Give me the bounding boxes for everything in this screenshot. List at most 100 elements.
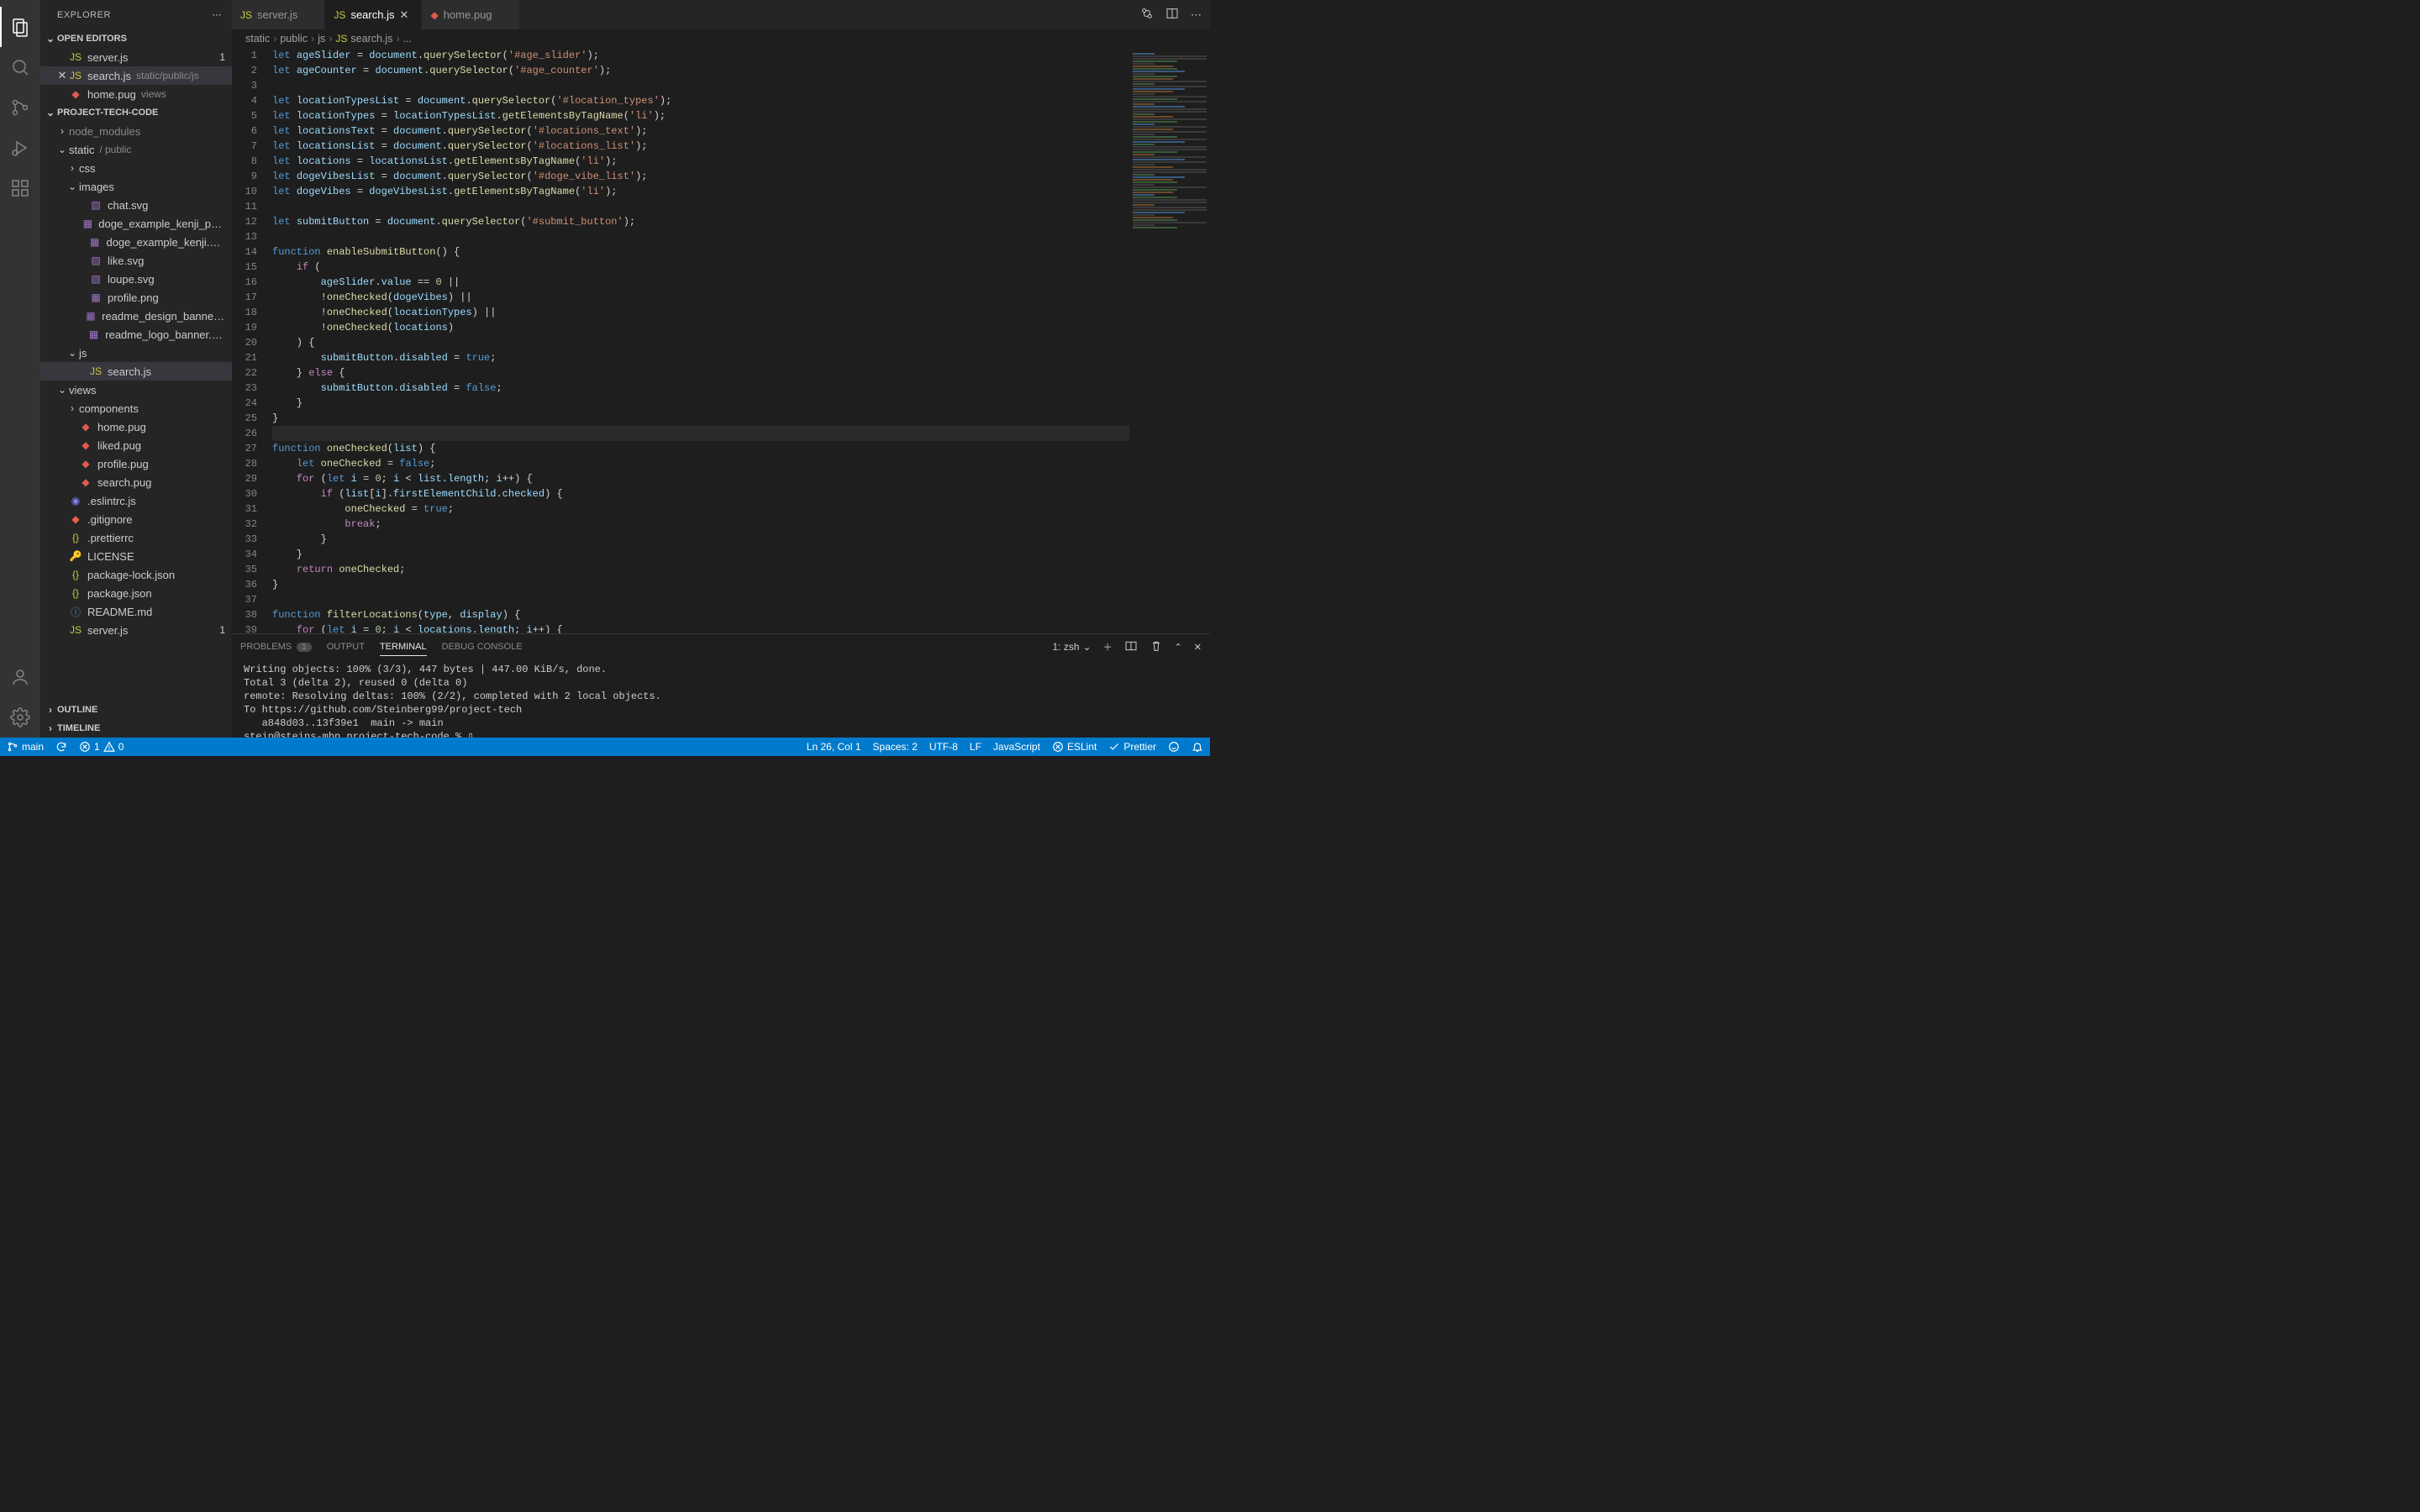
tab-more-icon[interactable]: ⋯	[1191, 8, 1202, 22]
compare-changes-icon[interactable]	[1140, 7, 1154, 23]
terminal-selector[interactable]: 1: zsh ⌄	[1052, 641, 1091, 653]
status-lang[interactable]: JavaScript	[993, 741, 1040, 753]
pug-file-icon: ◆	[79, 458, 92, 470]
bottom-panel: PROBLEMS 1 OUTPUT TERMINAL DEBUG CONSOLE…	[232, 633, 1210, 738]
tree-item[interactable]: ▧chat.svg	[40, 196, 232, 214]
editor-body[interactable]: 1234567891011121314151617181920212223242…	[232, 48, 1210, 633]
search-icon[interactable]	[0, 47, 40, 87]
tree-item[interactable]: ▦ doge_example_kenji_profile....	[40, 214, 232, 233]
tree-item[interactable]: ⌄js	[40, 344, 232, 362]
close-icon[interactable]: ✕	[55, 69, 69, 82]
tree-item[interactable]: ◆liked.pug	[40, 436, 232, 454]
tree-item[interactable]: {}package-lock.json	[40, 565, 232, 584]
status-feedback-icon[interactable]	[1168, 741, 1180, 753]
status-sync[interactable]	[55, 741, 67, 753]
pug-file-icon: ◆	[69, 88, 82, 100]
tree-item[interactable]: ▦ readme_logo_banner.png	[40, 325, 232, 344]
tree-item[interactable]: ◉.eslintrc.js	[40, 491, 232, 510]
split-editor-icon[interactable]	[1165, 7, 1179, 23]
source-control-icon[interactable]	[0, 87, 40, 128]
md-file-icon: ⓘ	[69, 605, 82, 619]
status-eol[interactable]: LF	[970, 741, 981, 753]
panel-tab-terminal[interactable]: TERMINAL	[380, 642, 427, 656]
json-file-icon: {}	[69, 587, 82, 599]
split-terminal-icon[interactable]	[1124, 639, 1138, 655]
tree-item[interactable]: ⌄images	[40, 177, 232, 196]
minimap[interactable]	[1129, 48, 1210, 633]
tree-label: readme_logo_banner.png	[105, 328, 225, 341]
tree-item[interactable]: 🔑LICENSE	[40, 547, 232, 565]
tree-item[interactable]: ◆search.pug	[40, 473, 232, 491]
panel-tab-problems[interactable]: PROBLEMS 1	[240, 642, 312, 652]
tree-label: js	[79, 347, 87, 360]
img-file-icon: ▦	[82, 218, 94, 229]
panel-maximize-icon[interactable]: ⌃	[1175, 642, 1182, 653]
breadcrumbs[interactable]: static› public› js› JS search.js› ...	[232, 29, 1210, 48]
panel-tab-debug[interactable]: DEBUG CONSOLE	[442, 642, 523, 652]
timeline-header[interactable]: › TIMELINE	[40, 719, 232, 738]
panel-tab-output[interactable]: OUTPUT	[327, 642, 365, 652]
close-icon[interactable]: ✕	[399, 8, 413, 22]
status-prettier[interactable]: Prettier	[1108, 741, 1156, 753]
tree-item[interactable]: ◆ profile.pug	[40, 454, 232, 473]
outline-header[interactable]: › OUTLINE	[40, 701, 232, 719]
tree-item[interactable]: ▧like.svg	[40, 251, 232, 270]
new-terminal-icon[interactable]: ＋	[1103, 640, 1113, 654]
terminal-output[interactable]: Writing objects: 100% (3/3), 447 bytes |…	[232, 659, 1210, 738]
run-debug-icon[interactable]	[0, 128, 40, 168]
tree-label: profile.pug	[97, 458, 149, 470]
tree-item[interactable]: ◆home.pug	[40, 417, 232, 436]
project-header[interactable]: ⌄ PROJECT-TECH-CODE	[40, 103, 232, 122]
git-file-icon: ◆	[69, 513, 82, 525]
tree-item[interactable]: ▦doge_example_kenji.png	[40, 233, 232, 251]
tree-label: doge_example_kenji.png	[106, 236, 225, 249]
tree-label: doge_example_kenji_profile....	[98, 218, 225, 230]
tree-label: search.js	[108, 365, 151, 378]
extensions-icon[interactable]	[0, 168, 40, 208]
status-branch[interactable]: main	[7, 741, 44, 753]
open-editor-item[interactable]: ✕JSsearch.jsstatic/public/js	[40, 66, 232, 85]
tree-item[interactable]: ▧loupe.svg	[40, 270, 232, 288]
kill-terminal-icon[interactable]	[1150, 639, 1163, 655]
open-editor-item[interactable]: ◆home.pugviews	[40, 85, 232, 103]
editor-tab[interactable]: ◆home.pug✕	[422, 0, 519, 29]
status-encoding[interactable]: UTF-8	[929, 741, 958, 753]
tree-item[interactable]: {}.prettierrc	[40, 528, 232, 547]
tree-item[interactable]: ›components	[40, 399, 232, 417]
open-editors-header[interactable]: ⌄ OPEN EDITORS	[40, 29, 232, 48]
tree-item[interactable]: ◆.gitignore	[40, 510, 232, 528]
settings-gear-icon[interactable]	[0, 697, 40, 738]
tree-item[interactable]: ⌄static/ public	[40, 140, 232, 159]
tree-item[interactable]: ▦readme_design_banner.png	[40, 307, 232, 325]
editor-tab[interactable]: JSsearch.js✕	[325, 0, 422, 29]
js-file-icon: JS	[89, 365, 103, 377]
panel-close-icon[interactable]: ✕	[1194, 642, 1202, 653]
tree-item[interactable]: ⓘREADME.md	[40, 602, 232, 621]
tree-item[interactable]: ▦profile.png	[40, 288, 232, 307]
status-lncol[interactable]: Ln 26, Col 1	[807, 741, 861, 753]
tree-item[interactable]: JSserver.js1	[40, 621, 232, 639]
js-file-icon: JS	[240, 9, 252, 21]
tree-item[interactable]: ⌄views	[40, 381, 232, 399]
editor-tab[interactable]: JSserver.js✕	[232, 0, 325, 29]
sidebar-more-icon[interactable]: ⋯	[213, 9, 223, 20]
img-file-icon: ▦	[87, 328, 100, 340]
status-spaces[interactable]: Spaces: 2	[873, 741, 918, 753]
status-problems[interactable]: 1 0	[79, 741, 124, 753]
tree-item[interactable]: ›node_modules	[40, 122, 232, 140]
accounts-icon[interactable]	[0, 657, 40, 697]
tree-item[interactable]: ›css	[40, 159, 232, 177]
tree-label: .eslintrc.js	[87, 495, 136, 507]
tree-item[interactable]: {}package.json	[40, 584, 232, 602]
pug-file-icon: ◆	[79, 476, 92, 488]
chevron-icon: ⌄	[66, 347, 79, 359]
tree-label: components	[79, 402, 139, 415]
tree-item[interactable]: JS search.js	[40, 362, 232, 381]
status-bell-icon[interactable]	[1192, 741, 1203, 753]
tree-label: css	[79, 162, 96, 175]
tab-label: home.pug	[444, 8, 492, 21]
open-editor-item[interactable]: JSserver.js1	[40, 48, 232, 66]
status-eslint[interactable]: ESLint	[1052, 741, 1097, 753]
file-label: home.pug	[87, 88, 136, 101]
explorer-icon[interactable]	[0, 7, 40, 47]
